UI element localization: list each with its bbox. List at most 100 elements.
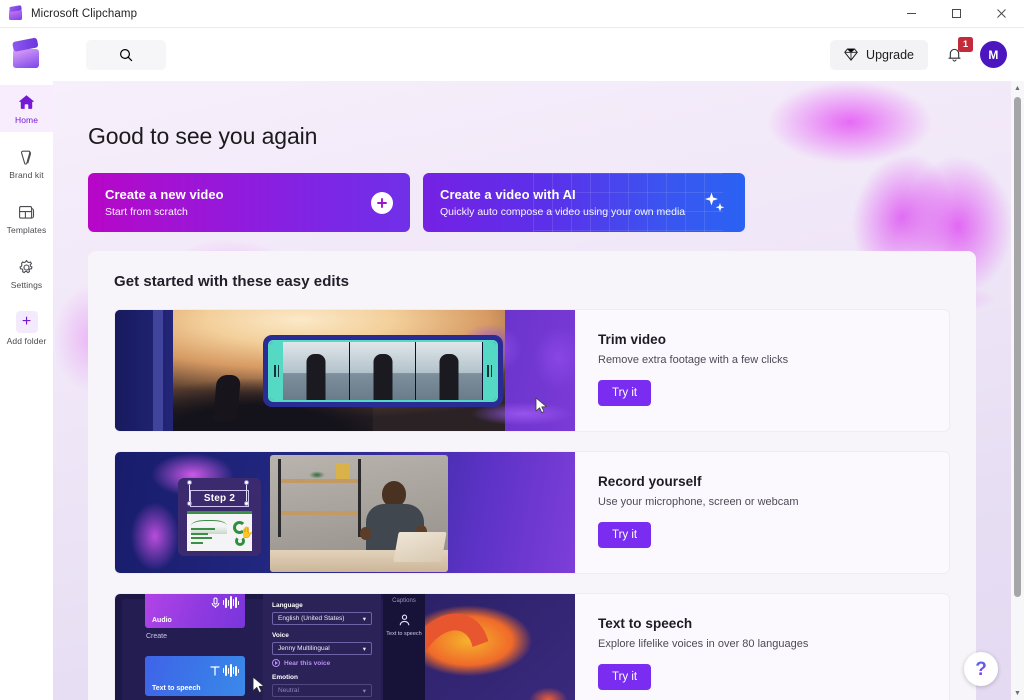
scrollbar-thumb[interactable] xyxy=(1014,97,1021,597)
plus-icon: + xyxy=(15,311,38,333)
sidebar-item-home[interactable]: Home xyxy=(0,85,53,132)
voice-select[interactable]: Jenny Multilingual ▾ xyxy=(272,642,372,655)
hand-cursor-icon: ✋ xyxy=(240,527,254,539)
top-bar: Upgrade 1 M xyxy=(0,28,1024,81)
clipchamp-app-window: Microsoft Clipchamp Upgrade 1 M Home Bra… xyxy=(0,0,1024,700)
main-content: Good to see you again Create a new video… xyxy=(53,81,1024,700)
card-title: Trim video xyxy=(598,332,667,347)
waveform-icon xyxy=(222,663,239,678)
hero-card-row: Create a new video Start from scratch Cr… xyxy=(88,173,745,232)
hear-this-voice-button[interactable]: Hear this voice xyxy=(272,659,372,667)
text-icon xyxy=(210,666,220,676)
tts-tile-label: Text to speech xyxy=(152,685,201,692)
cursor-icon xyxy=(252,676,265,694)
create-group-label: Create xyxy=(146,633,168,640)
emotion-value: Neutral xyxy=(278,687,299,694)
voice-value: Jenny Multilingual xyxy=(278,645,330,652)
card-subtitle: Start from scratch xyxy=(105,205,188,218)
sidebar-item-label: Templates xyxy=(6,224,47,235)
trim-handle-left xyxy=(270,342,283,400)
easy-edits-panel: Get started with these easy edits Trim v… xyxy=(88,251,976,700)
search-input[interactable] xyxy=(86,39,166,70)
plus-circle-icon xyxy=(371,191,393,214)
clipchamp-logo-icon xyxy=(11,36,41,68)
tts-rail-label: Text to speech xyxy=(386,631,422,637)
panel-title: Get started with these easy edits xyxy=(114,273,350,290)
templates-icon xyxy=(18,203,35,222)
card-description: Explore lifelike voices in over 80 langu… xyxy=(598,638,809,650)
tts-tool-rail: Captions Text to speech xyxy=(383,594,425,700)
clipchamp-logo-icon xyxy=(9,5,23,20)
vertical-scrollbar[interactable]: ▲ ▼ xyxy=(1011,81,1024,700)
play-icon xyxy=(272,659,280,667)
notification-badge: 1 xyxy=(958,36,973,52)
sidebar-item-templates[interactable]: Templates xyxy=(0,195,53,242)
easy-edit-card-record-yourself[interactable]: Step 2 ✋ Record yourself Use your microp xyxy=(114,451,950,574)
text-overlay-graphic: Step 2 ✋ xyxy=(178,478,261,556)
card-title: Create a video with AI xyxy=(440,186,576,202)
home-icon xyxy=(18,93,35,112)
language-select[interactable]: English (United States) ▾ xyxy=(272,612,372,625)
chevron-down-icon: ▾ xyxy=(362,687,366,695)
maximize-icon[interactable] xyxy=(934,0,979,28)
microphone-icon xyxy=(211,596,220,608)
sparkles-icon xyxy=(705,192,725,212)
brand-logo-button[interactable] xyxy=(0,28,53,81)
trim-handle-right xyxy=(483,342,496,400)
record-yourself-thumbnail: Step 2 ✋ xyxy=(115,452,575,573)
trim-video-thumbnail xyxy=(115,310,575,431)
try-it-button[interactable]: Try it xyxy=(598,664,652,690)
avatar[interactable]: M xyxy=(980,41,1007,68)
notifications-button[interactable]: 1 xyxy=(940,36,973,69)
sidebar-item-brand-kit[interactable]: Brand kit xyxy=(0,140,53,187)
gear-icon xyxy=(18,258,35,277)
audio-tile-label: Audio xyxy=(152,617,172,624)
text-to-speech-icon xyxy=(397,613,412,628)
card-title: Text to speech xyxy=(598,616,693,631)
sidebar-item-settings[interactable]: Settings xyxy=(0,250,53,297)
brand-kit-icon xyxy=(18,148,35,167)
chevron-down-icon: ▾ xyxy=(362,615,366,623)
filmstrip-graphic xyxy=(263,335,503,407)
chevron-down-icon: ▾ xyxy=(362,645,366,653)
card-description: Use your microphone, screen or webcam xyxy=(598,496,799,508)
card-description: Remove extra footage with a few clicks xyxy=(598,354,789,366)
title-bar: Microsoft Clipchamp xyxy=(0,0,1024,28)
minimize-icon[interactable] xyxy=(889,0,934,28)
try-it-button[interactable]: Try it xyxy=(598,522,652,548)
create-video-with-ai-card[interactable]: Create a video with AI Quickly auto comp… xyxy=(423,173,745,232)
emotion-label: Emotion xyxy=(272,674,298,681)
upgrade-button[interactable]: Upgrade xyxy=(830,39,928,70)
upgrade-label: Upgrade xyxy=(866,47,914,62)
help-button[interactable]: ? xyxy=(964,652,998,686)
cursor-icon xyxy=(535,397,547,413)
sidebar-item-add-folder[interactable]: + Add folder xyxy=(0,305,53,352)
waveform-icon xyxy=(222,595,239,610)
create-new-video-card[interactable]: Create a new video Start from scratch xyxy=(88,173,410,232)
emotion-select[interactable]: Neutral ▾ xyxy=(272,684,372,697)
voice-label: Voice xyxy=(272,632,289,639)
page-title: Good to see you again xyxy=(88,123,318,149)
card-title: Create a new video xyxy=(105,186,224,202)
diamond-icon xyxy=(844,48,858,61)
sidebar: Home Brand kit Templates Settings + Add … xyxy=(0,81,53,700)
language-label: Language xyxy=(272,602,303,609)
chevron-down-icon[interactable]: ▼ xyxy=(1011,686,1024,700)
question-mark-icon: ? xyxy=(975,658,987,680)
card-subtitle: Quickly auto compose a video using your … xyxy=(440,205,686,218)
easy-edit-card-text-to-speech[interactable]: Audio Create Text to speech Language Eng… xyxy=(114,593,950,700)
easy-edit-card-trim-video[interactable]: Trim video Remove extra footage with a f… xyxy=(114,309,950,432)
card-title: Record yourself xyxy=(598,474,702,489)
window-title: Microsoft Clipchamp xyxy=(31,7,138,20)
tts-settings-panel: Language English (United States) ▾ Voice… xyxy=(263,594,381,700)
sidebar-item-label: Settings xyxy=(10,279,43,290)
language-value: English (United States) xyxy=(278,615,345,622)
captions-label: Captions xyxy=(392,598,416,604)
close-icon[interactable] xyxy=(979,0,1024,28)
search-icon xyxy=(119,48,133,61)
step-label: Step 2 xyxy=(203,493,236,504)
try-it-button[interactable]: Try it xyxy=(598,380,652,406)
sidebar-item-label: Brand kit xyxy=(9,169,44,180)
chevron-up-icon[interactable]: ▲ xyxy=(1011,81,1024,95)
window-controls xyxy=(889,0,1024,28)
